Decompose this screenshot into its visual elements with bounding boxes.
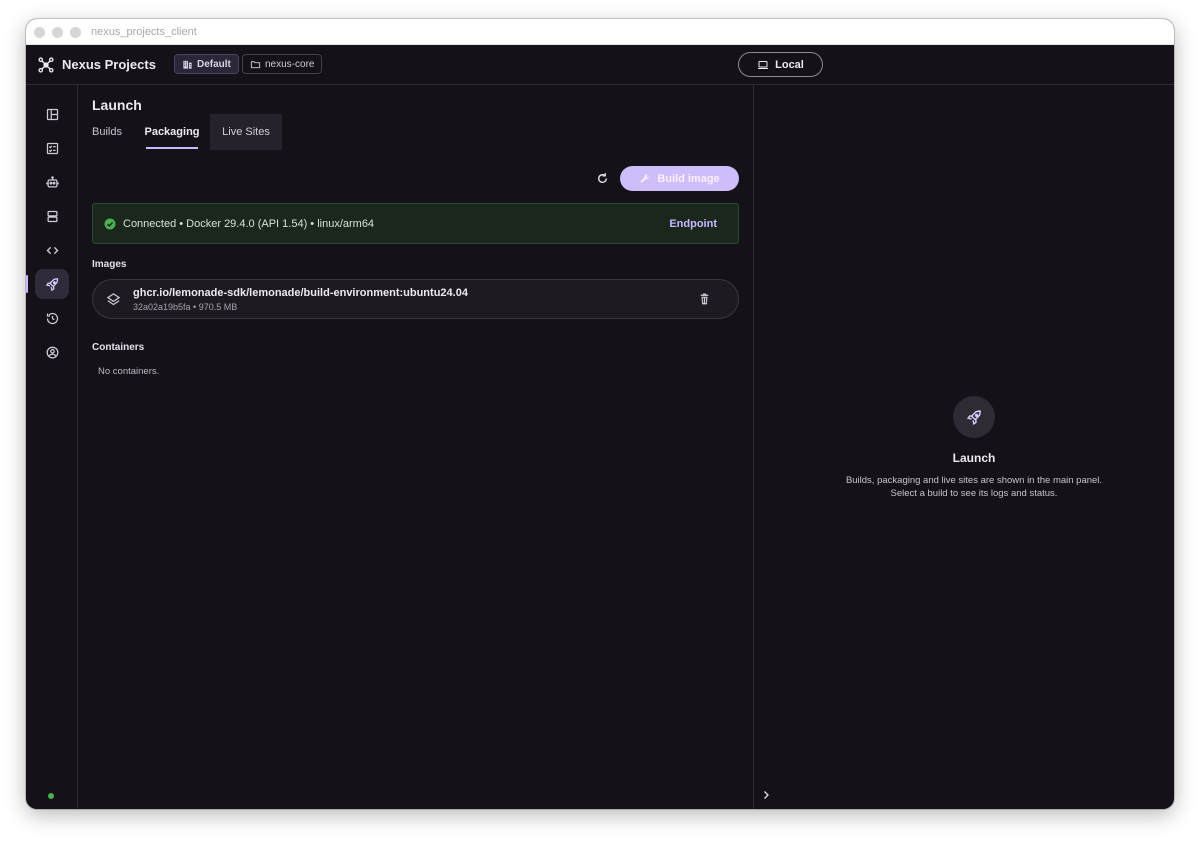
- build-image-button[interactable]: Build image: [620, 166, 739, 191]
- nexus-logo-icon: [38, 57, 54, 73]
- tab-builds[interactable]: Builds: [92, 114, 122, 150]
- detail-panel: Launch Builds, packaging and live sites …: [753, 85, 1174, 809]
- title-bar: nexus_projects_client: [26, 19, 1174, 45]
- endpoint-link[interactable]: Endpoint: [669, 218, 717, 230]
- app-header: Nexus Projects Default nexus-core Local: [26, 45, 1174, 85]
- containers-empty-text: No containers.: [98, 366, 160, 377]
- trash-icon[interactable]: [698, 293, 711, 306]
- image-name: ghcr.io/lemonade-sdk/lemonade/build-envi…: [133, 287, 468, 299]
- connection-status-banner: Connected • Docker 29.4.0 (API 1.54) • l…: [92, 203, 739, 244]
- refresh-button[interactable]: [593, 169, 611, 187]
- history-icon: [46, 312, 58, 324]
- connection-status-text: Connected • Docker 29.4.0 (API 1.54) • l…: [123, 218, 375, 230]
- app-name: Nexus Projects: [62, 57, 156, 72]
- sidebar-item-account[interactable]: [35, 337, 69, 367]
- folder-icon: [250, 60, 261, 68]
- layout-icon: [46, 108, 58, 120]
- build-image-button-label: Build image: [657, 172, 720, 185]
- robot-icon: [45, 175, 59, 187]
- sidebar-item-tasks[interactable]: [35, 133, 69, 163]
- project-chip[interactable]: nexus-core: [242, 54, 323, 74]
- sidebar-item-code[interactable]: [35, 235, 69, 265]
- window-zoom-button[interactable]: [70, 27, 81, 38]
- wrench-icon: [640, 173, 650, 183]
- code-icon: [46, 246, 58, 254]
- connection-status-dot: [48, 793, 54, 799]
- workspace-chip-label: Default: [197, 58, 231, 70]
- laptop-icon: [758, 60, 769, 69]
- checklist-icon: [46, 142, 58, 154]
- sidebar-item-history[interactable]: [35, 303, 69, 333]
- page-title: Launch: [92, 97, 142, 113]
- environment-button-label: Local: [775, 58, 804, 71]
- environment-button[interactable]: Local: [738, 52, 823, 77]
- detail-panel-title: Launch: [952, 451, 996, 465]
- check-circle-icon: [104, 218, 116, 230]
- sidebar: [26, 85, 78, 809]
- image-list-item[interactable]: ghcr.io/lemonade-sdk/lemonade/build-envi…: [92, 279, 739, 319]
- sidebar-item-servers[interactable]: [35, 201, 69, 231]
- containers-section-label: Containers: [92, 342, 145, 353]
- launch-placeholder-badge: [953, 396, 995, 438]
- window-title: nexus_projects_client: [91, 26, 197, 38]
- window-minimize-button[interactable]: [52, 27, 63, 38]
- account-icon: [46, 346, 58, 358]
- workspace-chip[interactable]: Default: [174, 54, 239, 74]
- tab-packaging[interactable]: Packaging: [144, 114, 200, 150]
- detail-panel-description: Builds, packaging and live sites are sho…: [845, 475, 1103, 499]
- server-icon: [47, 210, 57, 222]
- main-panel: Launch Builds Packaging Live Sites Build…: [78, 85, 753, 809]
- images-section-label: Images: [92, 259, 127, 270]
- layers-icon: [106, 293, 121, 306]
- sidebar-item-layout[interactable]: [35, 99, 69, 129]
- rocket-icon: [966, 409, 981, 425]
- sidebar-item-launch[interactable]: [26, 269, 69, 299]
- building-icon: [183, 60, 192, 69]
- window-close-button[interactable]: [34, 27, 45, 38]
- tab-live-sites[interactable]: Live Sites: [210, 114, 282, 150]
- chevron-right-icon[interactable]: [760, 789, 772, 801]
- sidebar-item-agents[interactable]: [35, 167, 69, 197]
- refresh-icon: [597, 172, 607, 183]
- image-meta: 32a02a19b5fa • 970.5 MB: [133, 302, 238, 312]
- project-chip-label: nexus-core: [265, 58, 315, 70]
- rocket-icon: [45, 277, 58, 291]
- app-window: nexus_projects_client Nexus Projects Def…: [26, 19, 1174, 809]
